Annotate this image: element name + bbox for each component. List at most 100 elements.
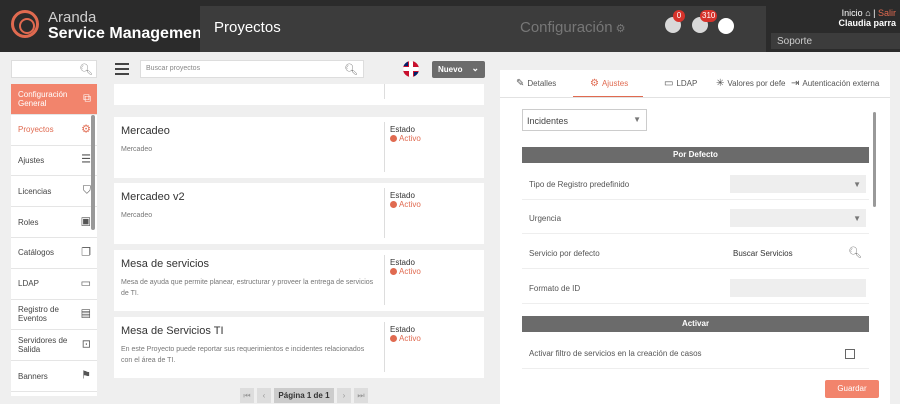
status-badge: Activo [390,334,421,343]
section-header-activar: Activar [522,316,869,332]
project-description: Mercadeo [121,146,153,153]
sidebar-scrollbar[interactable] [91,115,95,230]
uk-flag-icon[interactable] [403,61,419,77]
next-page-button[interactable]: › [337,388,351,403]
sidebar: Configuración General ⧉ Proyectos ⚙ Ajus… [11,84,97,396]
status-dot-icon [390,268,397,275]
first-page-button[interactable]: ⏮ [240,388,254,403]
field-row-urgencia: Urgencia ▼ [522,204,869,234]
card-divider [384,84,385,99]
urgencia-select[interactable]: ▼ [730,209,866,227]
project-name: Mesa de servicios [121,258,210,270]
avatar[interactable] [718,18,734,34]
sidebar-item-label: LDAP [18,279,39,289]
sidebar-item-label: Servidores de Salida [18,336,68,355]
settings-form: Incidentes ▼ Por Defecto Tipo de Registr… [500,99,890,369]
tab-valores-defecto[interactable]: ✳ Valores por defe [716,78,786,89]
project-list: Mercadeo Mercadeo Estado Activo Mercadeo… [114,84,484,380]
panel-scrollbar[interactable] [873,112,876,207]
sidebar-item-label: Configuración General [18,89,68,108]
page-indicator: Página 1 de 1 [274,388,334,403]
filtro-servicios-checkbox[interactable] [845,349,855,359]
sliders-icon: ☰ [81,153,91,166]
search-icon[interactable]: 🔍︎ [79,63,93,76]
active-tab-indicator [573,96,643,97]
project-search-input[interactable]: Buscar proyectos 🔍︎ [140,60,364,78]
server-icon: ⊡ [81,338,91,351]
tab-ajustes[interactable]: ⚙ Ajustes [590,78,628,89]
notification-badge: 310 [700,10,718,22]
sidebar-item-proyectos[interactable]: Proyectos ⚙ [11,115,97,146]
status-label: Estado [390,125,415,134]
status-dot-icon [390,335,397,342]
status-label: Estado [390,191,415,200]
sidebar-item-ldap[interactable]: LDAP ▭ [11,269,97,300]
sidebar-item-label: Catálogos [18,248,55,258]
configuration-label: Configuración [520,19,613,36]
field-label: Formato de ID [529,284,581,293]
sidebar-item-licencias[interactable]: Licencias ⛉ [11,176,97,208]
sidebar-item-configuracion-general[interactable]: Configuración General ⧉ [11,84,97,115]
tab-label: Ajustes [601,79,629,88]
brand-line1: Aranda [48,9,97,26]
field-label: Servicio por defecto [529,249,600,258]
sidebar-item-catalogos[interactable]: Catálogos ❐ [11,238,97,269]
gear-icon: ⚙ [81,123,91,136]
brand-line2: Service Management [48,25,208,42]
sidebar-item-roles[interactable]: Roles ▣ [11,207,97,238]
formato-id-input[interactable] [730,279,866,297]
save-button[interactable]: Guardar [825,380,879,398]
bell-icon[interactable]: 310 [692,10,718,33]
sidebar-search-input[interactable]: 🔍︎ [11,60,97,78]
project-card[interactable]: Mercadeo Mercadeo Estado Activo [114,117,484,178]
search-icon[interactable]: 🔍︎ [344,63,358,76]
project-card[interactable]: Mesa de Servicios TI En este Proyecto pu… [114,317,484,378]
sidebar-item-ajustes[interactable]: Ajustes ☰ [11,146,97,177]
top-bar: Aranda Service Management Proyectos Conf… [0,0,900,52]
tab-detalles[interactable]: ✎ Detalles [516,78,556,89]
folder-icon: ▭ [80,277,91,290]
card-divider [384,188,385,238]
project-card[interactable]: Mercadeo v2 Mercadeo Estado Activo [114,183,484,244]
last-page-button[interactable]: ⏭ [354,388,368,403]
field-label: Activar filtro de servicios en la creaci… [529,349,702,358]
field-row-filtro-servicios: Activar filtro de servicios en la creaci… [522,339,869,369]
status-text: Activo [399,267,421,276]
field-label: Tipo de Registro predefinido [529,180,630,189]
logout-link[interactable]: Salir [878,8,896,18]
sidebar-item-registro-eventos[interactable]: Registro de Eventos ▤ [11,300,97,331]
prev-page-button[interactable]: ‹ [257,388,271,403]
cloud-icon[interactable]: 0 [665,10,685,33]
project-detail-panel: ✎ Detalles ⚙ Ajustes ▭ LDAP ✳ Valores por de… [500,70,890,404]
role-select[interactable]: Soporte [771,33,900,49]
project-card[interactable] [114,84,484,105]
sidebar-item-banners[interactable]: Banners ⚑ [11,361,97,392]
sidebar-item-label: Proyectos [18,125,54,135]
project-description: Mesa de ayuda que permite planear, estru… [121,279,374,297]
caret-down-icon: ▼ [633,115,641,124]
hamburger-menu-icon[interactable] [115,63,129,78]
sidebar-item-servidores-salida[interactable]: Servidores de Salida ⊡ [11,330,97,362]
configuration-link[interactable]: Configuración ⚙ [520,19,625,36]
copy-icon: ⧉ [83,92,91,105]
tipo-registro-select[interactable]: ▼ [730,175,866,193]
project-card[interactable]: Mesa de servicios Mesa de ayuda que perm… [114,250,484,311]
record-type-select[interactable]: Incidentes ▼ [522,109,647,131]
sidebar-item-label: Banners [18,371,48,381]
status-label: Estado [390,325,415,334]
inicio-link[interactable]: Inicio [842,8,863,18]
home-icon[interactable]: ⌂ [865,8,873,18]
search-icon[interactable]: 🔍︎ [848,246,862,259]
servicio-search-input[interactable]: Buscar Servicios 🔍︎ [730,244,866,262]
field-row-formato-id: Formato de ID [522,274,869,304]
new-button[interactable]: Nuevo ⌄ [432,61,485,78]
tab-label: Detalles [527,79,557,88]
title-panel: Proyectos Configuración ⚙ 0 310 [200,6,766,52]
pagination: ⏮ ‹ Página 1 de 1 › ⏭ [240,388,368,403]
project-name: Mesa de Servicios TI [121,325,224,337]
status-badge: Activo [390,267,421,276]
status-text: Activo [399,200,421,209]
tab-autenticacion-externa[interactable]: ⇥ Autenticación externa [791,78,879,89]
detail-tabs: ✎ Detalles ⚙ Ajustes ▭ LDAP ✳ Valores por de… [500,70,890,98]
tab-ldap[interactable]: ▭ LDAP [664,78,697,89]
